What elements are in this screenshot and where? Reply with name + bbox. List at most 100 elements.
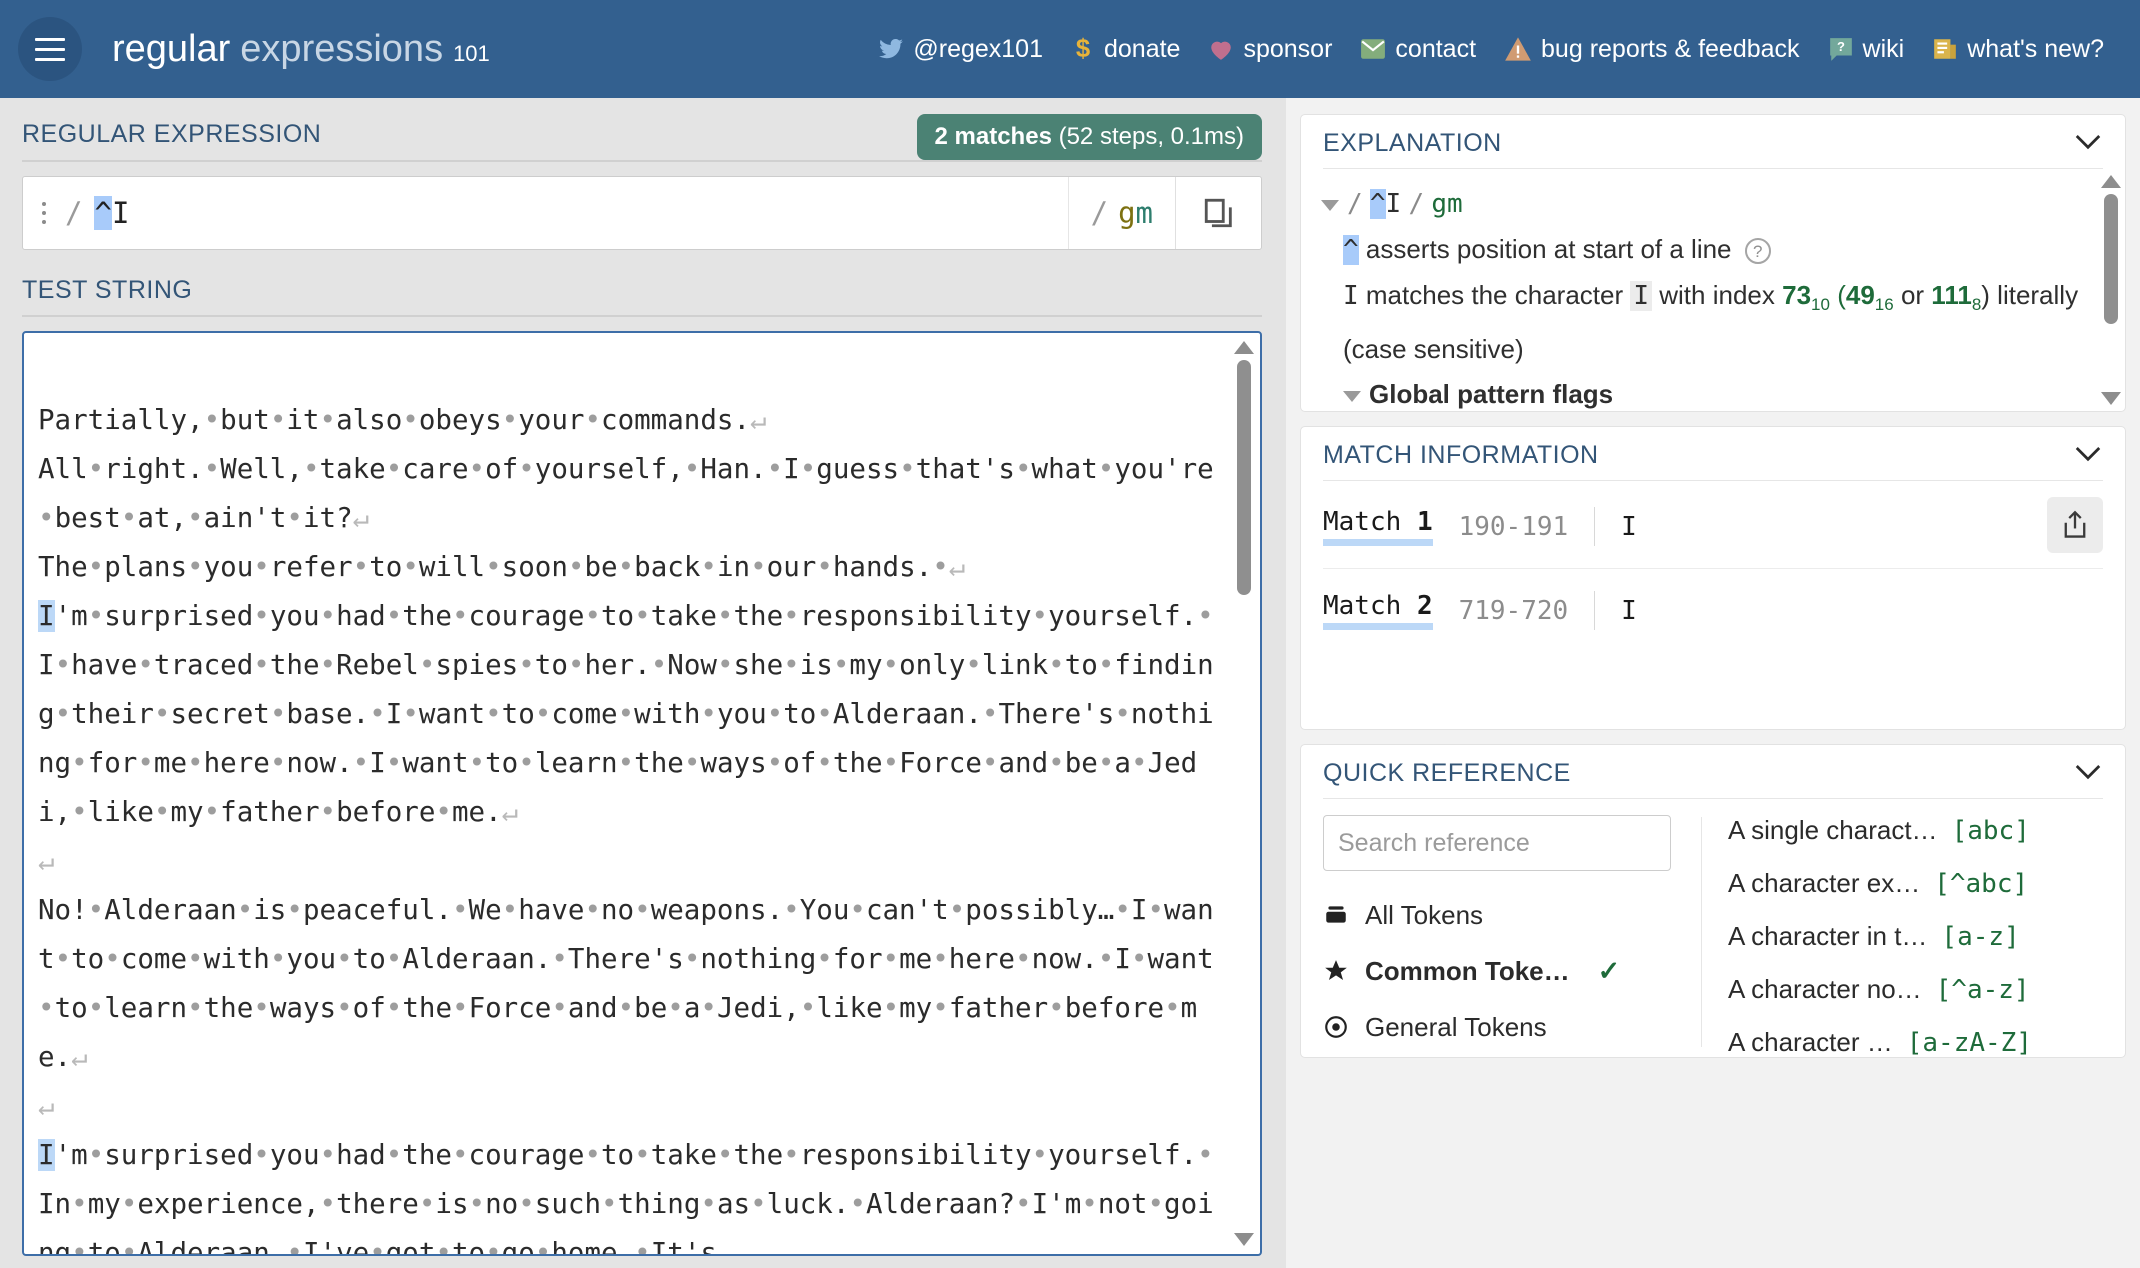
regex-input[interactable]: ^ I bbox=[82, 177, 1067, 249]
exp-literal-char: I bbox=[1630, 281, 1653, 311]
hamburger-icon[interactable] bbox=[18, 17, 82, 81]
quick-reference-body: All Tokens Common Toke… ✓ bbox=[1301, 799, 2125, 1058]
reference-entry[interactable]: A character … [a-zA-Z] bbox=[1728, 1027, 2125, 1080]
quick-reference-title: QUICK REFERENCE bbox=[1323, 759, 1571, 787]
match-information-body: Match 1 190-191 I Match 2 719-720 I bbox=[1301, 481, 2125, 729]
category-scrollbar[interactable] bbox=[1643, 817, 1663, 1051]
entries-scrollbar[interactable] bbox=[2095, 813, 2115, 1053]
scroll-track[interactable] bbox=[1237, 360, 1251, 1227]
chevron-down-icon[interactable] bbox=[2073, 131, 2103, 156]
scroll-down-arrow-icon[interactable] bbox=[2101, 392, 2121, 405]
ts-line: The•plans•you•refer•to•will•soon•be•back… bbox=[38, 551, 966, 583]
scroll-track[interactable] bbox=[2104, 194, 2118, 386]
match-highlight-1: I bbox=[38, 600, 55, 632]
test-string-content[interactable]: Partially,•but•it•also•obeys•your•comman… bbox=[38, 347, 1224, 1254]
exp-text-caret: asserts position at start of a line bbox=[1365, 234, 1732, 264]
quick-reference-header: QUICK REFERENCE bbox=[1301, 745, 2125, 798]
collapse-triangle-icon[interactable] bbox=[1321, 199, 1339, 211]
nav-link-whats-new[interactable]: what's new? bbox=[1918, 35, 2118, 64]
scroll-down-arrow-icon[interactable] bbox=[1234, 1233, 1254, 1246]
scroll-up-arrow-icon[interactable] bbox=[1234, 341, 1254, 354]
reference-entry[interactable]: A single charact… [abc] bbox=[1728, 815, 2125, 868]
search-reference-input[interactable] bbox=[1323, 815, 1671, 871]
match-label-1: Match 1 bbox=[1323, 507, 1433, 546]
regex-open-delimiter: / bbox=[65, 196, 83, 230]
chevron-down-icon[interactable] bbox=[2073, 443, 2103, 468]
nav-link-contact[interactable]: contact bbox=[1346, 35, 1490, 64]
brand-word-2: expressions bbox=[240, 27, 444, 70]
match-range-1: 190-191 bbox=[1458, 511, 1569, 542]
match-information-title: MATCH INFORMATION bbox=[1323, 441, 1599, 469]
regex-header-row: REGULAR EXPRESSION 2 matches (52 steps, … bbox=[22, 114, 1262, 160]
explanation-row-literal: I matches the character I with index 731… bbox=[1343, 280, 2079, 365]
scroll-up-arrow-icon[interactable] bbox=[2101, 175, 2121, 188]
nav-link-sponsor[interactable]: sponsor bbox=[1194, 35, 1346, 64]
vertical-dots-icon[interactable] bbox=[23, 177, 65, 249]
regex-flags[interactable]: / gm bbox=[1067, 177, 1175, 249]
test-string-scrollbar[interactable] bbox=[1234, 341, 1254, 1246]
regex-close-delimiter: / bbox=[1090, 196, 1109, 230]
ts-line: No!•Alderaan•is•peaceful.•We•have•no•wea… bbox=[38, 894, 1214, 1073]
collapse-triangle-icon[interactable] bbox=[1343, 390, 1361, 402]
scroll-thumb[interactable] bbox=[1237, 360, 1251, 595]
entry-token: [abc] bbox=[1951, 816, 2030, 846]
match-row[interactable]: Match 2 719-720 I bbox=[1301, 569, 2125, 652]
quick-reference-categories: All Tokens Common Toke… ✓ bbox=[1301, 799, 1701, 1057]
regular-expression-label: REGULAR EXPRESSION bbox=[22, 120, 322, 148]
match-label-2: Match 2 bbox=[1323, 591, 1433, 630]
match-information-panel: MATCH INFORMATION Match 1 190-191 I Matc… bbox=[1300, 426, 2126, 730]
main-body: REGULAR EXPRESSION 2 matches (52 steps, … bbox=[0, 98, 2140, 1268]
nav-label-whats-new: what's new? bbox=[1967, 34, 2104, 63]
exp-pattern-rest: I bbox=[1385, 189, 1402, 219]
reference-entry[interactable]: A character in t… [a-z] bbox=[1728, 921, 2125, 974]
explanation-pattern-row[interactable]: / ^I / gm bbox=[1321, 181, 2105, 227]
help-icon[interactable]: ? bbox=[1744, 238, 1771, 265]
explanation-header: EXPLANATION bbox=[1301, 115, 2125, 168]
brand-suffix: 101 bbox=[453, 40, 490, 66]
quick-reference-panel: QUICK REFERENCE All Tokens bbox=[1300, 744, 2126, 1058]
nav-label-contact: contact bbox=[1395, 34, 1477, 63]
reference-entry[interactable]: A character ex… [^abc] bbox=[1728, 868, 2125, 921]
nav-link-donate[interactable]: $ donate bbox=[1057, 35, 1194, 64]
nav-link-wiki[interactable]: ? wiki bbox=[1814, 35, 1919, 64]
category-label: All Tokens bbox=[1365, 899, 1484, 930]
target-icon bbox=[1323, 1014, 1349, 1040]
chevron-down-icon[interactable] bbox=[2073, 761, 2103, 786]
exp-index-hex: 49 bbox=[1845, 280, 1875, 310]
dollar-icon: $ bbox=[1071, 35, 1095, 63]
right-pane: EXPLANATION / ^I / gm ^ asserts position… bbox=[1286, 98, 2140, 1268]
exp-token-literal: I bbox=[1343, 281, 1359, 311]
envelope-icon bbox=[1360, 37, 1386, 61]
test-string-editor[interactable]: Partially,•but•it•also•obeys•your•comman… bbox=[22, 331, 1262, 1256]
exp-slash-close: / bbox=[1408, 189, 1425, 219]
test-string-label: TEST STRING bbox=[22, 276, 193, 304]
copy-icon[interactable] bbox=[1175, 177, 1261, 249]
entry-description: A character ex… bbox=[1728, 868, 1921, 898]
exp-index-octal-base: 8 bbox=[1971, 295, 1982, 315]
brand-logo[interactable]: regular expressions 101 bbox=[112, 28, 490, 71]
entry-token: [^a-z] bbox=[1935, 975, 2030, 1005]
exp-text-b: with index bbox=[1659, 280, 1775, 310]
exp-or: or bbox=[1900, 280, 1925, 310]
explanation-flags-group[interactable]: Global pattern flags bbox=[1321, 372, 2105, 411]
nav-label-donate: donate bbox=[1104, 34, 1181, 63]
exp-flags-group-title: Global pattern flags bbox=[1369, 379, 1614, 410]
nav-link-bug-reports[interactable]: bug reports & feedback bbox=[1490, 35, 1814, 64]
svg-text:$: $ bbox=[1076, 35, 1090, 63]
ts-line: Partially,•but•it•also•obeys•your•comman… bbox=[38, 404, 767, 436]
check-icon: ✓ bbox=[1597, 955, 1621, 986]
reference-entry[interactable]: A character no… [^a-z] bbox=[1728, 974, 2125, 1027]
explanation-body: / ^I / gm ^ asserts position at start of… bbox=[1301, 169, 2125, 411]
entry-token: [^abc] bbox=[1934, 869, 2029, 899]
twitter-icon bbox=[878, 36, 904, 62]
match-count-badge[interactable]: 2 matches (52 steps, 0.1ms) bbox=[916, 114, 1262, 160]
match-row[interactable]: Match 1 190-191 I bbox=[1301, 485, 2125, 568]
nav-link-twitter[interactable]: @regex101 bbox=[864, 35, 1057, 64]
share-icon[interactable] bbox=[2047, 497, 2103, 553]
stack-icon bbox=[1323, 902, 1349, 928]
match-count-text: 2 matches bbox=[934, 123, 1052, 150]
regex-input-bar[interactable]: / ^ I / gm bbox=[22, 176, 1262, 250]
svg-text:?: ? bbox=[1837, 39, 1845, 54]
scroll-thumb[interactable] bbox=[2104, 194, 2118, 324]
explanation-scrollbar[interactable] bbox=[2101, 175, 2121, 405]
